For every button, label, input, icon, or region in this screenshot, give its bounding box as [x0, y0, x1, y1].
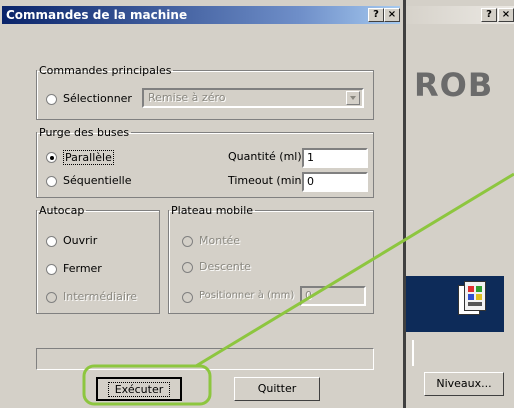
quitter-button[interactable]: Quitter — [234, 377, 320, 401]
position-input: 0 — [300, 286, 366, 306]
positionner-label: Positionner à (mm) — [199, 290, 295, 301]
plateau-legend: Plateau mobile — [171, 204, 254, 217]
background-window: ? × ROB Niveaux... — [404, 0, 514, 408]
niveaux-button[interactable]: Niveaux... — [424, 372, 504, 396]
status-bar — [36, 348, 374, 370]
dialog-title: Commandes de la machine — [6, 8, 188, 22]
timeout-label: Timeout (min): — [228, 174, 310, 187]
brand-logo-text: ROB — [414, 66, 494, 104]
montee-label: Montée — [199, 234, 241, 247]
principales-legend: Commandes principales — [39, 64, 172, 77]
help-button[interactable]: ? — [368, 8, 384, 22]
parallele-label[interactable]: Parallèle — [63, 150, 114, 165]
descente-label: Descente — [199, 260, 251, 273]
parallele-radio[interactable] — [46, 152, 57, 163]
ouvrir-radio[interactable] — [46, 236, 57, 247]
sequentielle-radio[interactable] — [46, 176, 57, 187]
dialog-title-bar: Commandes de la machine — [2, 6, 400, 24]
sequentielle-label[interactable]: Séquentielle — [63, 174, 131, 187]
positionner-radio — [182, 292, 193, 303]
descente-radio — [182, 262, 193, 273]
dark-panel — [406, 276, 504, 332]
color-palette-icon — [458, 281, 486, 317]
quantite-label: Quantité (ml): — [228, 150, 306, 163]
background-help-button[interactable]: ? — [481, 8, 497, 22]
ouvrir-label[interactable]: Ouvrir — [63, 234, 97, 247]
executer-label: Exécuter — [107, 382, 171, 397]
select-label[interactable]: Sélectionner — [63, 92, 132, 105]
purge-legend: Purge des buses — [39, 126, 130, 139]
montee-radio — [182, 236, 193, 247]
background-close-button[interactable]: × — [498, 8, 514, 22]
intermediaire-label: Intermédiaire — [63, 290, 137, 303]
intermediaire-radio — [46, 292, 57, 303]
quitter-label: Quitter — [257, 382, 297, 395]
timeout-input[interactable]: 0 — [302, 172, 368, 192]
fermer-label[interactable]: Fermer — [63, 262, 102, 275]
executer-button[interactable]: Exécuter — [96, 377, 182, 401]
command-select: Remise à zéro — [142, 88, 364, 108]
select-radio[interactable] — [46, 94, 57, 105]
autocap-legend: Autocap — [39, 204, 85, 217]
close-button[interactable]: × — [384, 8, 400, 22]
fermer-radio[interactable] — [46, 264, 57, 275]
quantite-input[interactable]: 1 — [302, 148, 368, 168]
machine-commands-dialog: Commandes de la machine ? × Commandes pr… — [0, 0, 404, 408]
command-select-value: Remise à zéro — [148, 91, 226, 104]
niveaux-label: Niveaux... — [436, 377, 492, 390]
background-separator — [406, 340, 414, 366]
chevron-down-icon — [346, 91, 360, 105]
